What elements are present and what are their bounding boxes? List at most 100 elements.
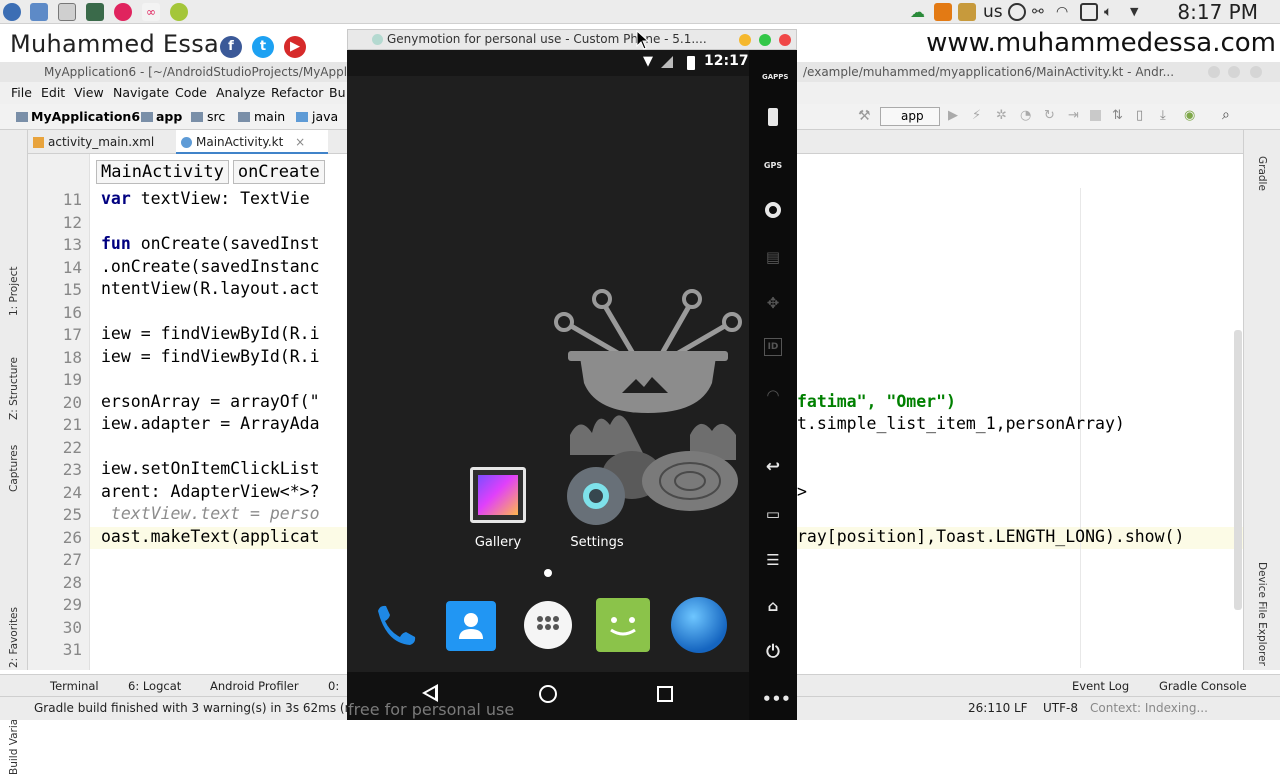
- twitter-icon[interactable]: t: [252, 36, 274, 58]
- clipboard-icon[interactable]: [1080, 3, 1098, 21]
- home-icon[interactable]: [539, 685, 557, 703]
- tool-event-log[interactable]: Event Log: [1072, 679, 1129, 693]
- genymotion-title-bar[interactable]: Genymotion for personal use - Custom Pho…: [347, 29, 797, 50]
- tool-window-favorites[interactable]: 2: Favorites: [8, 607, 20, 668]
- file-encoding[interactable]: UTF-8: [1043, 701, 1078, 715]
- menu-icon[interactable]: ☰: [762, 549, 784, 571]
- move-icon[interactable]: ✥: [762, 292, 784, 314]
- youtube-icon[interactable]: ▶: [284, 36, 306, 58]
- menu-edit[interactable]: Edit: [41, 85, 65, 100]
- recents-icon[interactable]: [657, 686, 673, 702]
- tab-activity-main[interactable]: activity_main.xml: [28, 130, 184, 154]
- facebook-icon[interactable]: f: [220, 36, 242, 58]
- hammer-icon[interactable]: ⚒: [858, 108, 871, 124]
- folder-icon[interactable]: [30, 3, 48, 21]
- tab-mainactivity[interactable]: MainActivity.kt ×: [176, 130, 328, 154]
- tool-logcat[interactable]: 6: Logcat: [128, 679, 181, 693]
- link-icon[interactable]: ⚯: [1032, 3, 1050, 21]
- tool-other[interactable]: 0:: [328, 679, 339, 693]
- caret-position[interactable]: 26:110: [968, 701, 1010, 715]
- menu-navigate[interactable]: Navigate: [113, 85, 169, 100]
- apply-changes-icon[interactable]: ⚡: [972, 108, 981, 123]
- breadcrumb-class[interactable]: MainActivity: [96, 160, 229, 184]
- battery-icon[interactable]: [762, 106, 784, 128]
- keyboard-language[interactable]: us: [983, 0, 1003, 24]
- minimize-button[interactable]: [739, 34, 751, 46]
- tool-window-gradle[interactable]: Gradle: [1256, 156, 1268, 191]
- run-icon[interactable]: ▶: [948, 108, 958, 123]
- settings-app[interactable]: [567, 467, 625, 525]
- messaging-icon[interactable]: [596, 598, 650, 652]
- sdk-manager-icon[interactable]: ⤓: [1160, 108, 1166, 123]
- menu-build[interactable]: Bu: [329, 85, 346, 100]
- menu-view[interactable]: View: [74, 85, 104, 100]
- browser-icon[interactable]: [671, 597, 727, 653]
- gps-icon[interactable]: GPS: [762, 152, 784, 174]
- rss-icon[interactable]: ◠: [762, 384, 784, 406]
- tool-gradle-console[interactable]: Gradle Console: [1159, 679, 1247, 693]
- ide-close-button[interactable]: [1250, 66, 1262, 78]
- status-message[interactable]: Gradle build finished with 3 warning(s) …: [34, 701, 375, 715]
- accessibility-icon[interactable]: [1008, 3, 1026, 21]
- fedora-icon[interactable]: [3, 3, 21, 21]
- coverage-icon[interactable]: ⇥: [1068, 108, 1079, 123]
- run-config-select[interactable]: app: [880, 107, 940, 126]
- ide-maximize-button[interactable]: [1228, 66, 1240, 78]
- camera-icon[interactable]: [762, 199, 784, 221]
- tool-window-device-file-explorer[interactable]: Device File Explorer: [1256, 562, 1268, 666]
- monitor-icon[interactable]: [86, 3, 104, 21]
- cloud-sync-icon[interactable]: ☁: [910, 3, 928, 21]
- contacts-icon[interactable]: [446, 601, 496, 651]
- more-icon[interactable]: •••: [762, 688, 791, 710]
- chevron-down-icon[interactable]: ▼: [1130, 3, 1148, 21]
- id-icon[interactable]: ID: [764, 338, 782, 356]
- package-icon[interactable]: [958, 3, 976, 21]
- breadcrumb-function[interactable]: onCreate: [232, 160, 325, 184]
- gapps-icon[interactable]: GAPPS: [762, 62, 788, 84]
- debug-icon[interactable]: ✲: [996, 108, 1007, 123]
- nav-project[interactable]: MyApplication6: [31, 109, 140, 124]
- search-icon[interactable]: ⌕: [1222, 107, 1230, 123]
- menu-code[interactable]: Code: [175, 85, 207, 100]
- app-drawer-icon[interactable]: [524, 601, 572, 649]
- stop-icon[interactable]: [1090, 110, 1101, 121]
- menu-refactor[interactable]: Refactor: [271, 85, 323, 100]
- menu-file[interactable]: File: [11, 85, 32, 100]
- home-outline-icon[interactable]: ⌂: [762, 595, 784, 617]
- android-icon[interactable]: [170, 3, 188, 21]
- tool-window-project[interactable]: 1: Project: [8, 267, 20, 316]
- menu-analyze[interactable]: Analyze: [216, 85, 265, 100]
- recent-apps-icon[interactable]: ▭: [762, 503, 784, 525]
- line-separator[interactable]: LF: [1014, 701, 1028, 715]
- back-arrow-icon[interactable]: ↩: [762, 456, 784, 478]
- nav-src[interactable]: src: [207, 109, 225, 124]
- media-icon[interactable]: ▤: [762, 246, 784, 268]
- tool-window-captures[interactable]: Captures: [8, 445, 20, 492]
- tool-window-structure[interactable]: Z: Structure: [8, 357, 20, 420]
- close-button[interactable]: [779, 34, 791, 46]
- volume-icon[interactable]: 🔈︎: [1104, 3, 1122, 21]
- attach-icon[interactable]: ↻: [1044, 108, 1055, 123]
- window-icon[interactable]: [58, 3, 76, 21]
- tool-terminal[interactable]: Terminal: [50, 679, 99, 693]
- genymotion-icon[interactable]: [114, 3, 132, 21]
- nav-app[interactable]: app: [156, 109, 182, 124]
- avd-manager-icon[interactable]: ▯: [1136, 108, 1143, 123]
- ide-minimize-button[interactable]: [1208, 66, 1220, 78]
- close-icon[interactable]: ×: [295, 135, 305, 149]
- power-icon[interactable]: ⏻: [762, 641, 784, 663]
- nav-java[interactable]: java: [312, 109, 338, 124]
- infinity-icon[interactable]: ∞: [142, 3, 160, 21]
- profile-icon[interactable]: ◔: [1020, 108, 1031, 123]
- clock[interactable]: 8:17 PM: [1177, 0, 1258, 24]
- editor-scrollbar[interactable]: [1234, 330, 1242, 610]
- android-icon[interactable]: ◉: [1184, 108, 1195, 123]
- maximize-button[interactable]: [759, 34, 771, 46]
- vlc-icon[interactable]: [934, 3, 952, 21]
- tool-android-profiler[interactable]: Android Profiler: [210, 679, 299, 693]
- nav-main[interactable]: main: [254, 109, 285, 124]
- phone-icon[interactable]: [368, 597, 424, 653]
- sync-icon[interactable]: ⇅: [1112, 108, 1123, 123]
- wifi-icon[interactable]: ◠: [1056, 3, 1074, 21]
- gallery-app[interactable]: [470, 467, 526, 523]
